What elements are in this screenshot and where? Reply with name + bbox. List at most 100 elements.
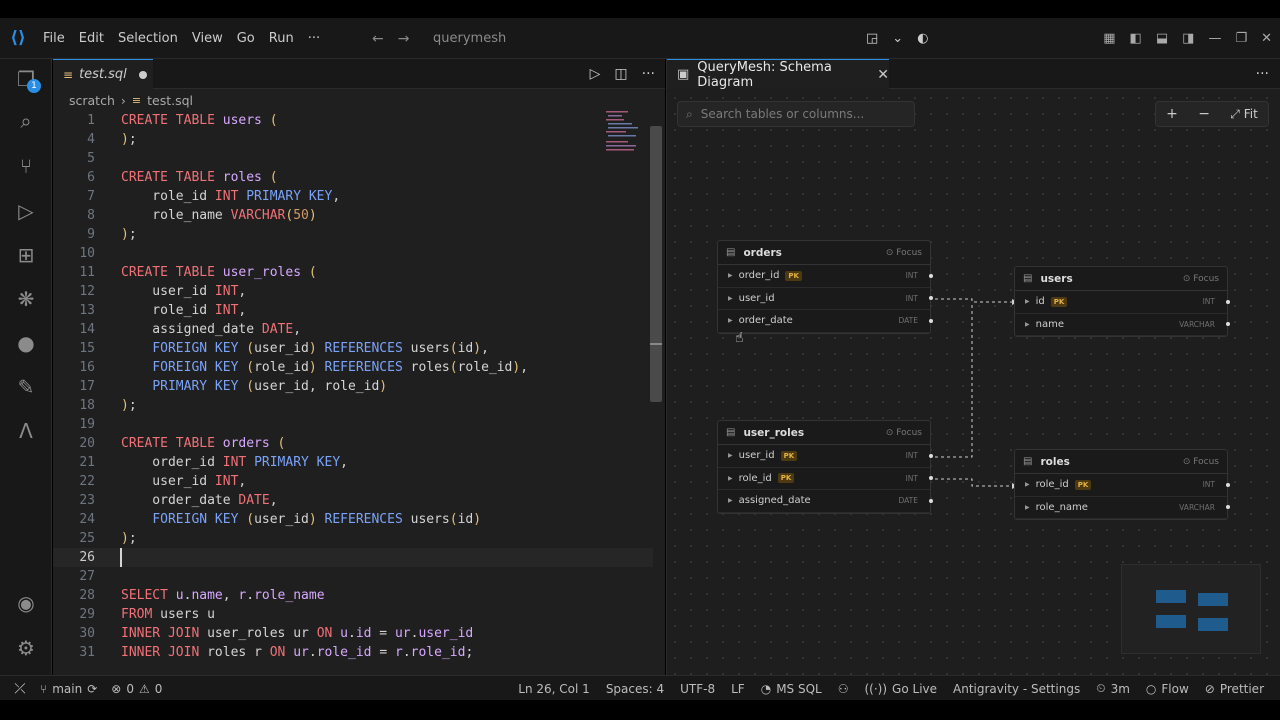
split-editor-icon[interactable]: ◫ (614, 66, 627, 82)
indentation[interactable]: Spaces: 4 (606, 682, 664, 696)
minimap[interactable] (606, 111, 646, 171)
minimize-icon[interactable]: — (1208, 31, 1221, 46)
run-debug-icon[interactable]: ▷ (0, 191, 52, 231)
code-line[interactable]: 27 (53, 567, 653, 586)
branch-status[interactable]: ⑂ main ⟳ (40, 682, 97, 696)
menu-edit[interactable]: Edit (72, 18, 111, 59)
code-line[interactable]: 31 INNER JOIN roles r ON ur.role_id = r.r… (53, 643, 653, 662)
antigravity-settings[interactable]: Antigravity - Settings (953, 682, 1080, 696)
search-icon[interactable]: ⌕ (0, 101, 52, 141)
more-actions-icon[interactable]: ··· (1256, 59, 1269, 89)
accounts-icon[interactable]: ◉ (0, 583, 52, 623)
run-query-icon[interactable]: ▷ (590, 66, 601, 82)
table-users[interactable]: ▤ users ⊙ Focus ▶ id PK INT ▶ name VARCHAR (1014, 266, 1230, 337)
chevron-down-icon[interactable]: ⌄ (892, 31, 903, 46)
code-line[interactable]: 4); (53, 130, 653, 149)
connection-handle-icon[interactable] (929, 476, 933, 481)
code-line[interactable]: 18); (53, 396, 653, 415)
code-line[interactable]: 29 FROM users u (53, 605, 653, 624)
wakatime[interactable]: ⏲ 3m (1096, 681, 1130, 696)
connection-handle-icon[interactable] (929, 498, 933, 503)
code-line[interactable]: 20 CREATE TABLE orders ( (53, 434, 653, 453)
command-center[interactable]: querymesh (433, 18, 506, 59)
python-icon[interactable]: ✎ (0, 367, 52, 407)
table-column[interactable]: ▶ role_id PK INT (1015, 474, 1230, 497)
table-column[interactable]: ▶ user_id INT (718, 288, 933, 310)
fit-button[interactable]: ⤢ Fit (1230, 107, 1258, 122)
table-user-roles[interactable]: ▤ user_roles ⊙ Focus ▶ user_id PK INT ▶ role_id P… (717, 420, 933, 514)
close-icon[interactable]: ✕ (877, 67, 889, 83)
editor-tab[interactable]: ≡ test.sql (53, 59, 153, 89)
settings-gear-icon[interactable]: ⚙ (0, 628, 52, 668)
go-live[interactable]: ((·)) Go Live (865, 682, 938, 696)
code-line[interactable]: 28 SELECT u.name, r.role_name (53, 586, 653, 605)
problems-status[interactable]: ⊗ 0 ⚠ 0 (111, 682, 162, 696)
code-line[interactable]: 15 FOREIGN KEY (user_id) REFERENCES user… (53, 339, 653, 358)
editor-scrollbar[interactable] (650, 126, 662, 402)
code-line[interactable]: 10 (53, 244, 653, 263)
code-line[interactable]: 30 INNER JOIN user_roles ur ON u.id = ur.… (53, 624, 653, 643)
code-line[interactable]: 11 CREATE TABLE user_roles ( (53, 263, 653, 282)
paw-icon[interactable]: ❋ (0, 279, 52, 319)
table-column[interactable]: ▶ role_name VARCHAR (1015, 497, 1230, 519)
connection-handle-icon[interactable] (929, 273, 933, 278)
connection-handle-icon[interactable] (1226, 505, 1230, 510)
copilot-icon[interactable]: ◐ (917, 31, 928, 46)
remote-icon[interactable]: ⤫ (0, 681, 40, 697)
code-line[interactable]: 12 user_id INT, (53, 282, 653, 301)
table-column[interactable]: ▶ order_date DATE (718, 310, 933, 333)
code-line[interactable]: 14 assigned_date DATE, (53, 320, 653, 339)
breadcrumb-folder[interactable]: scratch (69, 93, 115, 108)
remote-explorer-icon[interactable]: ● (0, 323, 52, 363)
table-column[interactable]: ▶ order_id PK INT (718, 265, 933, 288)
zoom-out-button[interactable]: − (1198, 106, 1210, 122)
close-window-icon[interactable]: ✕ (1261, 31, 1272, 46)
connection-handle-icon[interactable] (929, 318, 933, 323)
code-line[interactable]: 16 FOREIGN KEY (role_id) REFERENCES role… (53, 358, 653, 377)
table-header[interactable]: ▤ user_roles ⊙ Focus (718, 421, 930, 445)
code-line[interactable]: 24 FOREIGN KEY (user_id) REFERENCES user… (53, 510, 653, 529)
extensions-icon[interactable]: ⊞ (0, 235, 52, 275)
code-line[interactable]: 19 (53, 415, 653, 434)
table-column[interactable]: ▶ id PK INT (1015, 291, 1230, 314)
code-line[interactable]: 26 (53, 548, 653, 567)
connection-handle-icon[interactable] (1226, 299, 1230, 304)
connection-handle-icon[interactable] (929, 453, 933, 458)
table-column[interactable]: ▶ name VARCHAR (1015, 314, 1230, 336)
toggle-secondary-sidebar-icon[interactable]: ◨ (1182, 31, 1194, 46)
code-line[interactable]: 17 PRIMARY KEY (user_id, role_id) (53, 377, 653, 396)
table-header[interactable]: ▤ users ⊙ Focus (1015, 267, 1227, 291)
code-line[interactable]: 9); (53, 225, 653, 244)
table-orders[interactable]: ▤ orders ⊙ Focus ▶ order_id PK INT ▶ user_id INT ▶… (717, 240, 933, 334)
forward-arrow-icon[interactable]: → (398, 31, 410, 47)
encoding[interactable]: UTF-8 (680, 682, 715, 696)
focus-button[interactable]: ⊙ Focus (886, 248, 922, 258)
restore-icon[interactable]: ❐ (1235, 31, 1247, 46)
diagram-canvas[interactable]: ⌕ + − ⤢ Fit ▤ orders ⊙ Focus ▶ order_id PK INT… (667, 90, 1280, 675)
language-mode[interactable]: ◔ MS SQL (761, 682, 822, 696)
copilot-status-icon[interactable]: ⚇ (838, 682, 849, 696)
menu-view[interactable]: View (185, 18, 230, 59)
chat-icon[interactable]: ◲ (866, 31, 878, 46)
connection-handle-icon[interactable] (1226, 482, 1230, 487)
cursor-position[interactable]: Ln 26, Col 1 (518, 682, 590, 696)
back-arrow-icon[interactable]: ← (372, 31, 384, 47)
schema-diagram-tab[interactable]: ▣ QueryMesh: Schema Diagram ✕ (667, 59, 889, 90)
table-column[interactable]: ▶ assigned_date DATE (718, 490, 933, 513)
menu-file[interactable]: File (36, 18, 72, 59)
layout-icon[interactable]: ▦ (1103, 31, 1115, 46)
table-column[interactable]: ▶ role_id PK INT (718, 468, 933, 490)
focus-button[interactable]: ⊙ Focus (1183, 274, 1219, 284)
code-line[interactable]: 1 CREATE TABLE users ( (53, 111, 653, 130)
table-header[interactable]: ▤ orders ⊙ Focus (718, 241, 930, 265)
toggle-sidebar-icon[interactable]: ◧ (1130, 31, 1142, 46)
code-line[interactable]: 7 role_id INT PRIMARY KEY, (53, 187, 653, 206)
focus-button[interactable]: ⊙ Focus (1183, 457, 1219, 467)
toggle-panel-icon[interactable]: ⬓ (1156, 31, 1168, 46)
explorer-icon[interactable]: ❐ 1 (0, 59, 52, 99)
code-line[interactable]: 22 user_id INT, (53, 472, 653, 491)
menu-selection[interactable]: Selection (111, 18, 185, 59)
focus-button[interactable]: ⊙ Focus (886, 428, 922, 438)
breadcrumb-file[interactable]: test.sql (147, 93, 193, 108)
table-column[interactable]: ▶ user_id PK INT (718, 445, 933, 468)
